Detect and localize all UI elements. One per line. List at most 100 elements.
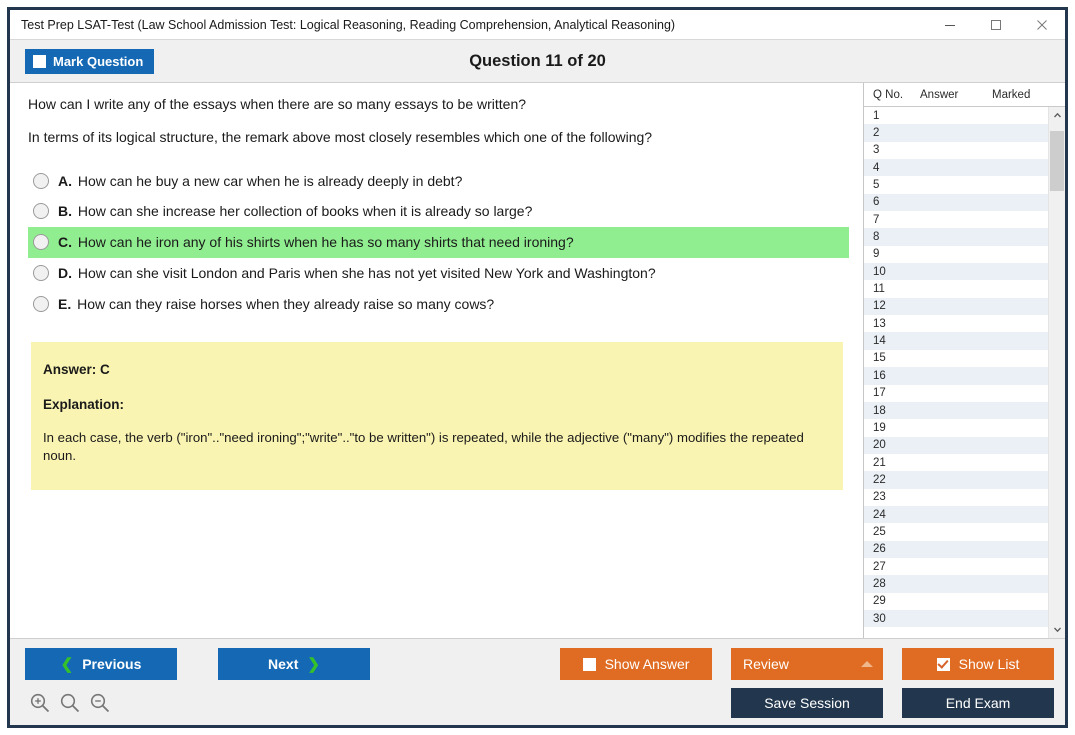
- scrollbar-thumb[interactable]: [1050, 131, 1064, 191]
- exam-window: Test Prep LSAT-Test (Law School Admissio…: [7, 7, 1068, 728]
- question-list-row[interactable]: 4: [864, 159, 1048, 176]
- show-list-checkbox-icon[interactable]: [937, 658, 950, 671]
- question-list-row[interactable]: 30: [864, 610, 1048, 627]
- question-list-row[interactable]: 28: [864, 575, 1048, 592]
- save-session-button[interactable]: Save Session: [731, 688, 883, 718]
- row-question-number: 11: [864, 283, 920, 295]
- radio-icon[interactable]: [33, 234, 49, 250]
- scroll-down-icon[interactable]: [1049, 621, 1065, 638]
- question-list-row[interactable]: 10: [864, 263, 1048, 280]
- question-list-row[interactable]: 29: [864, 593, 1048, 610]
- question-list-row[interactable]: 8: [864, 228, 1048, 245]
- minimize-icon[interactable]: [927, 10, 973, 40]
- question-list-row[interactable]: 19: [864, 419, 1048, 436]
- question-list-scrollbar[interactable]: [1048, 107, 1065, 638]
- answer-option-letter: B.: [58, 203, 72, 219]
- mark-question-checkbox-icon[interactable]: [33, 55, 46, 68]
- next-label: Next: [268, 656, 298, 672]
- question-list-row[interactable]: 23: [864, 489, 1048, 506]
- question-list-row[interactable]: 18: [864, 402, 1048, 419]
- question-list-row[interactable]: 16: [864, 367, 1048, 384]
- title-bar: Test Prep LSAT-Test (Law School Admissio…: [10, 10, 1065, 40]
- show-list-button[interactable]: Show List: [902, 648, 1054, 680]
- mark-question-button[interactable]: Mark Question: [25, 49, 154, 74]
- question-list-row[interactable]: 22: [864, 471, 1048, 488]
- question-list-row[interactable]: 1: [864, 107, 1048, 124]
- radio-icon[interactable]: [33, 265, 49, 281]
- end-exam-button[interactable]: End Exam: [902, 688, 1054, 718]
- row-question-number: 21: [864, 457, 920, 469]
- question-list-row[interactable]: 17: [864, 385, 1048, 402]
- answer-option-letter: D.: [58, 265, 72, 281]
- answer-options-list: A. How can he buy a new car when he is a…: [28, 166, 849, 320]
- footer-toolbar: ❮ Previous Next ❯ Show Answer Review: [10, 638, 1065, 725]
- zoom-controls: [29, 692, 111, 714]
- previous-button[interactable]: ❮ Previous: [25, 648, 177, 680]
- row-question-number: 5: [864, 179, 920, 191]
- answer-option-a[interactable]: A. How can he buy a new car when he is a…: [28, 166, 849, 197]
- question-list-row[interactable]: 2: [864, 124, 1048, 141]
- row-question-number: 27: [864, 561, 920, 573]
- question-list-row[interactable]: 24: [864, 506, 1048, 523]
- answer-option-d[interactable]: D. How can she visit London and Paris wh…: [28, 258, 849, 289]
- footer-row-primary: ❮ Previous Next ❯ Show Answer Review: [10, 647, 1065, 681]
- zoom-in-icon[interactable]: [29, 692, 51, 714]
- question-list-row[interactable]: 5: [864, 176, 1048, 193]
- scroll-up-icon[interactable]: [1049, 107, 1065, 124]
- next-button[interactable]: Next ❯: [218, 648, 370, 680]
- question-pane: How can I write any of the essays when t…: [10, 83, 863, 638]
- show-answer-checkbox-icon[interactable]: [583, 658, 596, 671]
- show-answer-button[interactable]: Show Answer: [560, 648, 712, 680]
- answer-option-text: D. How can she visit London and Paris wh…: [58, 264, 656, 283]
- show-answer-label: Show Answer: [605, 656, 690, 672]
- answer-option-body: How can they raise horses when they alre…: [77, 296, 494, 312]
- answer-option-c[interactable]: C. How can he iron any of his shirts whe…: [28, 227, 849, 258]
- question-stem-line2: In terms of its logical structure, the r…: [28, 127, 849, 147]
- answer-option-text: A. How can he buy a new car when he is a…: [58, 172, 462, 191]
- zoom-reset-icon[interactable]: [59, 692, 81, 714]
- question-list-row[interactable]: 9: [864, 246, 1048, 263]
- question-list-row[interactable]: 20: [864, 437, 1048, 454]
- answer-option-e[interactable]: E. How can they raise horses when they a…: [28, 289, 849, 320]
- review-label: Review: [743, 656, 789, 672]
- question-list-row[interactable]: 11: [864, 280, 1048, 297]
- question-list-row[interactable]: 3: [864, 142, 1048, 159]
- row-question-number: 24: [864, 509, 920, 521]
- scrollbar-track[interactable]: [1049, 124, 1065, 621]
- answer-option-letter: E.: [58, 296, 71, 312]
- explanation-label: Explanation:: [43, 397, 825, 412]
- footer-row-secondary: Save Session End Exam: [10, 681, 1065, 725]
- question-list-body: 1234567891011121314151617181920212223242…: [864, 107, 1065, 638]
- row-question-number: 15: [864, 352, 920, 364]
- row-question-number: 8: [864, 231, 920, 243]
- radio-icon[interactable]: [33, 203, 49, 219]
- review-dropdown[interactable]: Review: [731, 648, 883, 680]
- chevron-up-icon: [861, 661, 873, 667]
- question-list-row[interactable]: 13: [864, 315, 1048, 332]
- question-list-row[interactable]: 7: [864, 211, 1048, 228]
- row-question-number: 2: [864, 127, 920, 139]
- close-icon[interactable]: [1019, 10, 1065, 40]
- show-list-label: Show List: [959, 656, 1020, 672]
- radio-icon[interactable]: [33, 173, 49, 189]
- question-list-row[interactable]: 15: [864, 350, 1048, 367]
- answer-label: Answer: C: [43, 362, 825, 377]
- window-title: Test Prep LSAT-Test (Law School Admissio…: [10, 18, 927, 32]
- maximize-icon[interactable]: [973, 10, 1019, 40]
- row-question-number: 20: [864, 439, 920, 451]
- question-list-row[interactable]: 6: [864, 194, 1048, 211]
- radio-icon[interactable]: [33, 296, 49, 312]
- question-list-row[interactable]: 21: [864, 454, 1048, 471]
- question-list-row[interactable]: 26: [864, 541, 1048, 558]
- answer-option-text: B. How can she increase her collection o…: [58, 202, 532, 221]
- answer-option-letter: C.: [58, 234, 72, 250]
- zoom-out-icon[interactable]: [89, 692, 111, 714]
- question-list-row[interactable]: 12: [864, 298, 1048, 315]
- exam-header: Mark Question Question 11 of 20: [10, 40, 1065, 83]
- question-list-row[interactable]: 25: [864, 523, 1048, 540]
- question-counter: Question 11 of 20: [10, 52, 1065, 71]
- answer-option-b[interactable]: B. How can she increase her collection o…: [28, 196, 849, 227]
- question-list-row[interactable]: 14: [864, 332, 1048, 349]
- question-list-row[interactable]: 27: [864, 558, 1048, 575]
- row-question-number: 10: [864, 266, 920, 278]
